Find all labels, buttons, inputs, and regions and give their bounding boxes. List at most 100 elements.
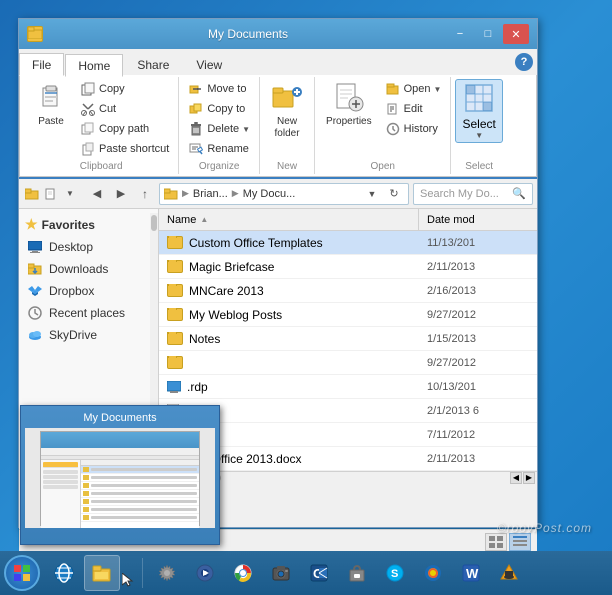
details-view-button[interactable] [509, 533, 531, 551]
close-button[interactable]: ✕ [503, 24, 529, 44]
thumbnail-mini-files [81, 460, 199, 529]
taskbar-chrome[interactable] [225, 555, 261, 591]
folder-icon-4 [167, 332, 183, 345]
select-group-label: Select [455, 161, 502, 174]
maximize-button[interactable]: □ [475, 24, 501, 44]
tab-view[interactable]: View [183, 53, 235, 75]
refresh-button[interactable]: ↻ [384, 184, 404, 204]
quick-access-folder[interactable] [23, 186, 41, 202]
open-dropdown[interactable]: ▼ [434, 85, 442, 94]
list-view-button[interactable] [485, 533, 507, 551]
favorites-header[interactable]: ★ Favorites [19, 213, 158, 236]
tab-file[interactable]: File [19, 53, 64, 76]
column-name[interactable]: Name ▲ [159, 209, 419, 231]
tab-share[interactable]: Share [124, 53, 182, 75]
cut-icon [80, 101, 96, 117]
history-icon [385, 121, 401, 137]
breadcrumb-separator2: ▶ [232, 188, 239, 199]
sidebar-item-dropbox[interactable]: Dropbox [19, 280, 158, 302]
taskbar-explorer[interactable] [84, 555, 120, 591]
edit-button[interactable]: Edit [380, 99, 447, 119]
move-to-label: Move to [207, 83, 246, 95]
folder-icon-3 [167, 308, 183, 321]
favorites-star-icon: ★ [25, 216, 38, 233]
rename-button[interactable]: Rename [183, 139, 255, 159]
select-dropdown-arrow[interactable]: ▼ [475, 131, 483, 140]
ribbon-group-open: Properties Open [315, 77, 451, 174]
taskbar-camera[interactable] [263, 555, 299, 591]
delete-button[interactable]: Delete ▼ [183, 119, 255, 139]
ribbon: File Home Share View ? [19, 49, 537, 179]
new-folder-button[interactable]: Newfolder [264, 79, 310, 143]
svg-text:W: W [466, 566, 479, 581]
copy-button[interactable]: Copy [75, 79, 174, 99]
taskbar-outlook[interactable]: O [301, 555, 337, 591]
quick-access-dropdown[interactable]: ▼ [61, 186, 79, 202]
taskbar-store[interactable] [339, 555, 375, 591]
file-date-0: 11/13/201 [419, 237, 537, 249]
forward-button[interactable]: ▶ [111, 184, 131, 204]
scroll-left[interactable]: ◀ [510, 472, 522, 484]
taskbar-media[interactable] [187, 555, 223, 591]
history-button[interactable]: History [380, 119, 447, 139]
up-button[interactable]: ↑ [135, 184, 155, 204]
start-button[interactable] [4, 555, 40, 591]
quick-access-properties[interactable] [42, 186, 60, 202]
taskbar-word[interactable]: W [453, 555, 489, 591]
file-row-2[interactable]: MNCare 2013 2/16/2013 [159, 279, 537, 303]
address-dropdown[interactable]: ▼ [362, 184, 382, 204]
dropbox-label: Dropbox [49, 284, 94, 298]
file-row-1[interactable]: Magic Briefcase 2/11/2013 [159, 255, 537, 279]
file-row-6[interactable]: .rdp 10/13/201 [159, 375, 537, 399]
copy-to-button[interactable]: Copy to [183, 99, 255, 119]
minimize-button[interactable]: − [447, 24, 473, 44]
back-button[interactable]: ◀ [87, 184, 107, 204]
file-row-4[interactable]: Notes 1/15/2013 [159, 327, 537, 351]
taskbar-settings[interactable] [149, 555, 185, 591]
column-name-sort: ▲ [200, 215, 208, 224]
taskbar-ie[interactable] [46, 555, 82, 591]
breadcrumb-mydocs[interactable]: My Docu... [243, 188, 296, 200]
file-row-3[interactable]: My Weblog Posts 9/27/2012 [159, 303, 537, 327]
skydrive-label: SkyDrive [49, 328, 97, 342]
paste-button[interactable]: Paste [28, 79, 74, 131]
help-button[interactable]: ? [515, 53, 533, 71]
taskbar-vlc[interactable] [491, 555, 527, 591]
clipboard-label: Clipboard [28, 161, 174, 174]
file-row-0[interactable]: Custom Office Templates 11/13/201 [159, 231, 537, 255]
open-icon [385, 81, 401, 97]
open-button[interactable]: Open ▼ [380, 79, 447, 99]
properties-button[interactable]: Properties [319, 79, 379, 131]
file-row-1-name: Magic Briefcase [159, 260, 419, 274]
search-bar[interactable]: Search My Do... 🔍 [413, 183, 533, 205]
ribbon-group-clipboard: Paste Copy [24, 77, 179, 174]
select-button[interactable]: Select ▼ [455, 79, 502, 143]
move-to-button[interactable]: Move to [183, 79, 255, 99]
thumb-row-0 [81, 466, 199, 474]
scroll-right[interactable]: ▶ [523, 472, 535, 484]
desktop-label: Desktop [49, 240, 93, 254]
taskbar-firefox[interactable] [415, 555, 451, 591]
cursor-icon [122, 573, 134, 587]
address-bar[interactable]: ▶ Brian... ▶ My Docu... ▼ ↻ [159, 183, 409, 205]
breadcrumb-brian[interactable]: Brian... [193, 188, 228, 200]
sidebar-item-downloads[interactable]: Downloads [19, 258, 158, 280]
desktop-icon [27, 239, 43, 255]
tab-home[interactable]: Home [65, 54, 123, 77]
sidebar-item-recent[interactable]: Recent places [19, 302, 158, 324]
file-date-3: 9/27/2012 [419, 309, 537, 321]
downloads-icon [27, 261, 43, 277]
sidebar-item-skydrive[interactable]: SkyDrive [19, 324, 158, 346]
dropbox-icon [27, 283, 43, 299]
cut-button[interactable]: Cut [75, 99, 174, 119]
file-list-header: Name ▲ Date mod [159, 209, 537, 231]
column-date[interactable]: Date mod [419, 209, 537, 231]
copy-path-button[interactable]: Copy path [75, 119, 174, 139]
taskbar-skype[interactable]: S [377, 555, 413, 591]
sidebar-item-desktop[interactable]: Desktop [19, 236, 158, 258]
favorites-label: Favorites [42, 218, 95, 232]
file-row-5[interactable]: 9/27/2012 [159, 351, 537, 375]
delete-dropdown[interactable]: ▼ [242, 125, 250, 134]
file-row-0-name: Custom Office Templates [159, 236, 419, 250]
paste-shortcut-button[interactable]: Paste shortcut [75, 139, 174, 159]
